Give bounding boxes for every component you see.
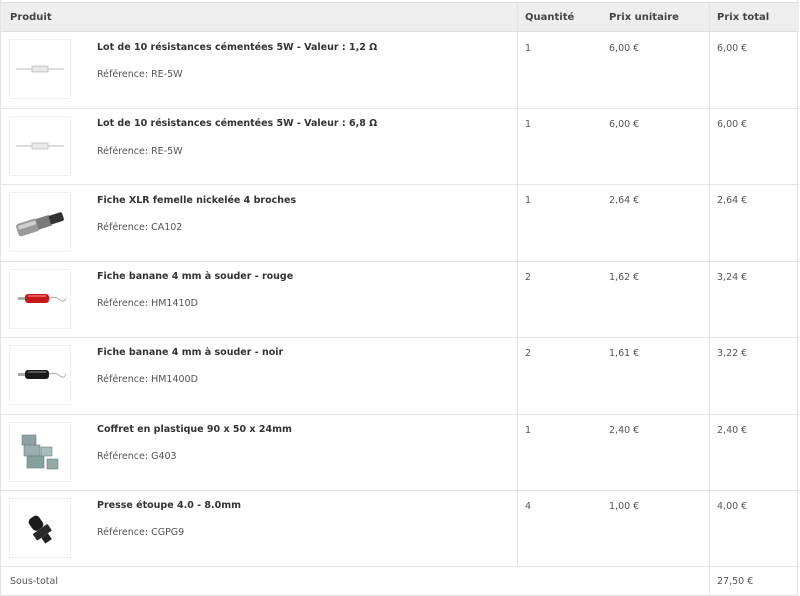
quantity-value: 4 xyxy=(525,501,532,512)
product-title[interactable]: Fiche XLR femelle nickelée 4 broches xyxy=(97,195,296,206)
total-price-value: 6,00 € xyxy=(717,43,748,54)
total-price-value: 3,22 € xyxy=(717,348,748,359)
product-reference: Référence: HM1400D xyxy=(97,374,198,385)
plastic-box-icon[interactable] xyxy=(9,422,71,482)
product-reference: Référence: CGPG9 xyxy=(97,527,185,538)
product-title[interactable]: Fiche banane 4 mm à souder - rouge xyxy=(97,271,293,282)
resistor-icon[interactable] xyxy=(9,39,71,99)
quantity-value: 1 xyxy=(525,43,532,54)
product-title[interactable]: Lot de 10 résistances cémentées 5W - Val… xyxy=(97,42,377,53)
product-title[interactable]: Lot de 10 résistances cémentées 5W - Val… xyxy=(97,118,377,129)
product-reference: Référence: RE-5W xyxy=(97,146,183,157)
product-title[interactable]: Coffret en plastique 90 x 50 x 24mm xyxy=(97,424,292,435)
total-price-value: 2,64 € xyxy=(717,195,748,206)
product-reference: Référence: HM1410D xyxy=(97,298,198,309)
header-product: Produit xyxy=(10,12,52,23)
unit-price-value: 2,40 € xyxy=(609,425,640,436)
unit-price-value: 6,00 € xyxy=(609,43,640,54)
total-price-value: 2,40 € xyxy=(717,425,748,436)
header-total-price: Prix total xyxy=(717,12,770,23)
unit-price-value: 1,61 € xyxy=(609,348,640,359)
total-price-value: 6,00 € xyxy=(717,119,748,130)
banana-plug-red-icon[interactable] xyxy=(9,269,71,329)
quantity-value: 1 xyxy=(525,425,532,436)
table-header: Produit Quantité Prix unitaire Prix tota… xyxy=(1,2,799,32)
unit-price-value: 1,62 € xyxy=(609,272,640,283)
header-quantity: Quantité xyxy=(525,12,575,23)
quantity-value: 1 xyxy=(525,195,532,206)
unit-price-value: 2,64 € xyxy=(609,195,640,206)
product-title[interactable]: Presse étoupe 4.0 - 8.0mm xyxy=(97,500,241,511)
subtotal-row: Sous-total 27,50 € xyxy=(1,567,799,596)
product-reference: Référence: CA102 xyxy=(97,222,183,233)
table-row: Presse étoupe 4.0 - 8.0mm Référence: CGP… xyxy=(1,491,799,567)
table-row: Fiche banane 4 mm à souder - rouge Référ… xyxy=(1,262,799,338)
product-reference: Référence: G403 xyxy=(97,451,177,462)
total-price-value: 4,00 € xyxy=(717,501,748,512)
table-row: Lot de 10 résistances cémentées 5W - Val… xyxy=(1,32,799,109)
product-title[interactable]: Fiche banane 4 mm à souder - noir xyxy=(97,347,283,358)
table-row: Lot de 10 résistances cémentées 5W - Val… xyxy=(1,109,799,185)
unit-price-value: 6,00 € xyxy=(609,119,640,130)
subtotal-value: 27,50 € xyxy=(717,576,754,587)
resistor-icon[interactable] xyxy=(9,116,71,176)
total-price-value: 3,24 € xyxy=(717,272,748,283)
quantity-value: 2 xyxy=(525,272,532,283)
table-row: Fiche XLR femelle nickelée 4 broches Réf… xyxy=(1,185,799,262)
banana-plug-black-icon[interactable] xyxy=(9,345,71,405)
table-row: Coffret en plastique 90 x 50 x 24mm Réfé… xyxy=(1,415,799,491)
table-row: Fiche banane 4 mm à souder - noir Référe… xyxy=(1,338,799,415)
product-reference: Référence: RE-5W xyxy=(97,69,183,80)
quantity-value: 2 xyxy=(525,348,532,359)
cable-gland-icon[interactable] xyxy=(9,498,71,558)
subtotal-label: Sous-total xyxy=(10,576,58,587)
unit-price-value: 1,00 € xyxy=(609,501,640,512)
xlr-connector-icon[interactable] xyxy=(9,192,71,252)
quantity-value: 1 xyxy=(525,119,532,130)
header-unit-price: Prix unitaire xyxy=(609,12,679,23)
cart-table: Produit Quantité Prix unitaire Prix tota… xyxy=(0,0,799,596)
